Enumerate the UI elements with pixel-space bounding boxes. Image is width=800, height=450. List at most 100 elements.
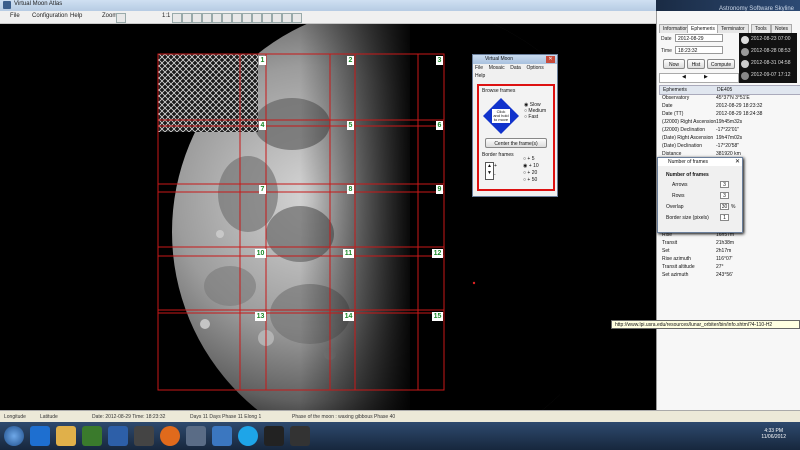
speed-options: ◉ Slow ○ Medium ○ Fast [524,102,546,120]
mosaic-window-title-bar[interactable]: Virtual Moon ✕ [473,55,557,64]
toolbar-button-7[interactable] [232,13,242,23]
date-input[interactable]: 2012-08-29 [675,34,723,42]
ephemeris-key: Transit [662,240,678,246]
start-button-icon[interactable] [4,426,24,446]
phase-date-2: 2012-08-28 08:53 [751,48,791,54]
toolbar-button-8[interactable] [242,13,252,23]
border-option-10[interactable]: ◉ + 10 [523,163,539,170]
nav-strip[interactable]: ◀ ▶ [659,73,739,83]
mosaic-menu-help[interactable]: Help [473,73,557,80]
ephemeris-key: Set azimuth [662,272,689,278]
toolbar-button-3[interactable] [192,13,202,23]
ephemeris-row: Transit altitude 27° [659,264,799,271]
time-label: Time [661,48,672,54]
prev-arrow-icon[interactable]: ◀ [682,74,686,80]
internet-explorer-icon[interactable] [30,426,50,446]
frame-label-13: 13 [255,312,266,321]
toolbar-button-12[interactable] [282,13,292,23]
mosaic-menu-data[interactable]: Data [510,65,521,71]
rows-label: Rows [672,193,685,199]
mosaic-menu-mosaic[interactable]: Mosaic [489,65,505,71]
center-frames-button[interactable]: Center the frame(s) [485,138,547,148]
phase-date-4: 2012-09-07 17:12 [751,72,791,78]
media-player-icon[interactable] [82,426,102,446]
now-button[interactable]: Now [663,59,685,69]
down-arrow-icon[interactable]: ▼ [486,170,493,177]
task-icon[interactable] [108,426,128,446]
hist-button[interactable]: Hist [687,59,705,69]
border-frames-label: Border frames [482,152,514,158]
up-arrow-icon[interactable]: ▲ [486,163,493,170]
border-option-50[interactable]: ○ + 50 [523,177,539,184]
word-icon[interactable] [212,426,232,446]
ephemeris-row: Date (TT) 2012-08-29 18:24:38 [659,111,799,118]
menu-file[interactable]: File [10,13,20,19]
tab-terminator[interactable]: Terminator [717,24,749,33]
border-stepper[interactable]: ▲ ▼ [485,162,494,180]
toolbar-button-2[interactable] [182,13,192,23]
status-datetime: Date: 2012-08-29 Time: 18:23:32 [92,414,166,420]
arrows-input[interactable]: 3 [720,181,729,188]
skype-icon[interactable] [238,426,258,446]
firefox-icon[interactable] [160,426,180,446]
taskbar: 4:33 PM 11/06/2012 [0,422,800,450]
next-arrow-icon[interactable]: ▶ [704,74,708,80]
app-icon[interactable] [186,426,206,446]
menu-help[interactable]: Help [70,13,82,19]
mosaic-window[interactable]: Virtual Moon ✕ File Mosaic Data Options … [472,54,558,197]
frames-dialog-title-bar[interactable]: Number of frames ✕ [658,158,742,166]
frame-label-11: 11 [343,249,354,258]
speed-fast[interactable]: ○ Fast [524,114,546,120]
mosaic-menu-options[interactable]: Options [526,65,543,71]
zoom-in-button[interactable] [116,13,126,23]
system-clock[interactable]: 4:33 PM 11/06/2012 [761,428,786,440]
ephemeris-key: (Date) Declination [662,143,703,149]
virtual-moon-icon[interactable] [264,426,284,446]
frame-label-10: 10 [255,249,266,258]
toolbar-button-13[interactable] [292,13,302,23]
toolbar-button-1[interactable] [172,13,182,23]
ephemeris-value: 2h17m [716,248,732,254]
toolbar-button-4[interactable] [202,13,212,23]
radio-icon: ○ [523,156,527,162]
minus-label: - [494,172,496,178]
direction-pad[interactable]: Click and hold to move [483,98,519,134]
toolbar-button-11[interactable] [272,13,282,23]
overlap-input[interactable]: 30 [720,203,729,210]
phase-list[interactable]: 2012-08-23 07:00 2012-08-28 08:53 2012-0… [739,33,797,83]
file-explorer-icon[interactable] [56,426,76,446]
frames-dialog[interactable]: Number of frames ✕ Number of frames Arro… [657,157,743,233]
radio-icon: ○ [523,177,527,183]
border-option-20-label: + 20 [527,170,538,176]
arrows-label: Arrows [672,182,688,188]
moon-phase-icon[interactable] [290,426,310,446]
tab-ephemeris[interactable]: Ephemeris [687,24,719,33]
close-icon[interactable]: ✕ [546,56,555,63]
status-longitude: Longitude [4,414,26,420]
ephemeris-row: Observatory 45°37'N 3°51'E [659,95,799,102]
menu-configuration[interactable]: Configuration [32,13,68,19]
time-input[interactable]: 18:23:32 [675,46,723,54]
ephemeris-value: -17°22'01" [716,127,740,133]
mosaic-menu-file[interactable]: File [475,65,483,71]
toolbar-button-9[interactable] [252,13,262,23]
toolbar-button-6[interactable] [222,13,232,23]
toolbar-button-10[interactable] [262,13,272,23]
frame-label-7: 7 [259,185,266,194]
tab-notes[interactable]: Notes [771,24,793,33]
frame-label-3: 3 [436,56,443,65]
ephemeris-key: Set [662,248,670,254]
rows-input[interactable]: 3 [720,192,729,199]
border-size-input[interactable]: 1 [720,214,729,221]
compute-button[interactable]: Compute [707,59,735,69]
toolbar-button-5[interactable] [212,13,222,23]
hp-icon[interactable] [134,426,154,446]
border-option-5[interactable]: ○ + 5 [523,156,539,163]
ephemeris-row: Set azimuth 243°56' [659,272,799,279]
close-icon[interactable]: ✕ [735,158,740,166]
border-options: ○ + 5 ◉ + 10 ○ + 20 ○ + 50 [523,156,539,184]
border-option-20[interactable]: ○ + 20 [523,170,539,177]
tab-tools[interactable]: Tools [751,24,771,33]
overlap-unit: % [731,204,736,210]
ephemeris-value: 16h57m [716,232,735,238]
